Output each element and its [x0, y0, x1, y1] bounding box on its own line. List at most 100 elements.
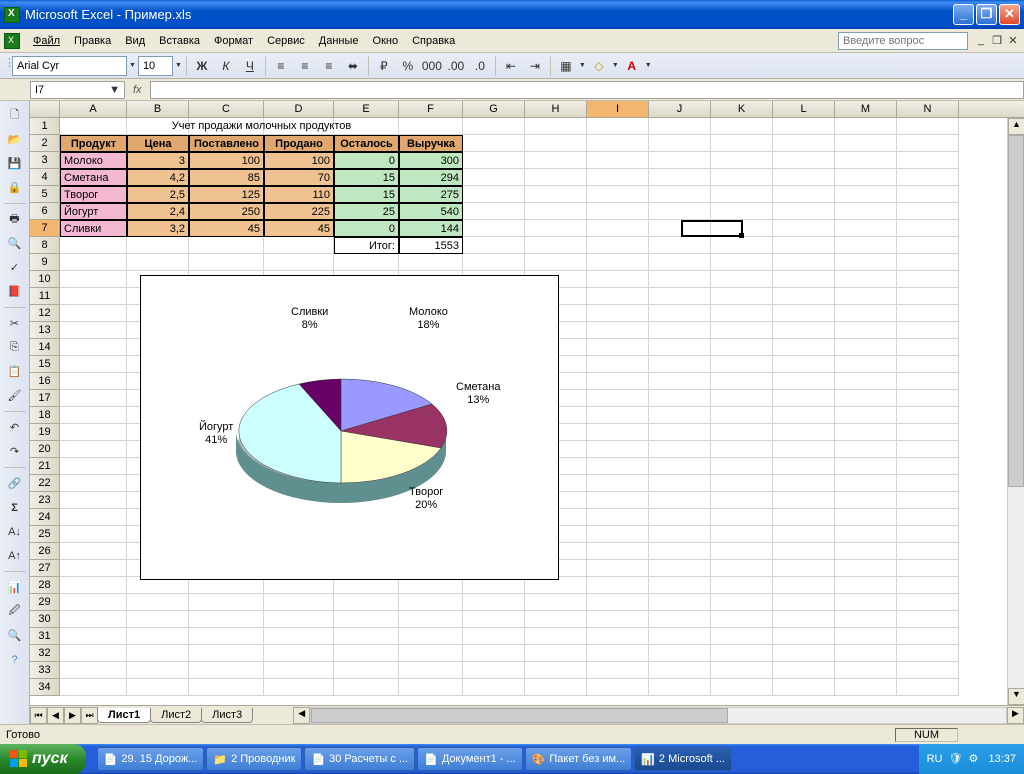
- autosum-button[interactable]: Σ: [4, 497, 26, 518]
- cell[interactable]: [587, 271, 649, 288]
- cell[interactable]: [525, 203, 587, 220]
- horizontal-scrollbar[interactable]: ◀ ▶: [293, 707, 1024, 724]
- cell[interactable]: Творог: [60, 186, 127, 203]
- spreadsheet-grid[interactable]: A B C D E F G H I J K L M N 1Учет продаж…: [30, 101, 1024, 724]
- align-right-button[interactable]: ≡: [318, 55, 340, 77]
- cell[interactable]: [60, 356, 127, 373]
- cell[interactable]: [264, 237, 334, 254]
- print-button[interactable]: 🖶: [4, 209, 26, 230]
- cell[interactable]: [711, 305, 773, 322]
- cell[interactable]: [897, 254, 959, 271]
- cell[interactable]: [587, 458, 649, 475]
- col-header[interactable]: G: [463, 101, 525, 117]
- name-box[interactable]: I7▼: [30, 81, 125, 99]
- cell[interactable]: [897, 152, 959, 169]
- cell[interactable]: [773, 118, 835, 135]
- maximize-button[interactable]: ❐: [976, 4, 997, 25]
- cell[interactable]: Поставлено: [189, 135, 264, 152]
- cell[interactable]: [897, 373, 959, 390]
- sort-desc-button[interactable]: A↑: [4, 545, 26, 566]
- taskbar-item[interactable]: 🎨 Пакет без им...: [525, 747, 633, 771]
- font-color-button[interactable]: A: [621, 55, 643, 77]
- row-header[interactable]: 25: [30, 526, 60, 543]
- cell[interactable]: [711, 152, 773, 169]
- col-header[interactable]: D: [264, 101, 334, 117]
- cell[interactable]: [587, 373, 649, 390]
- cell[interactable]: [711, 356, 773, 373]
- cell[interactable]: [897, 203, 959, 220]
- cell[interactable]: [587, 645, 649, 662]
- row-header[interactable]: 33: [30, 662, 60, 679]
- cell[interactable]: Учет продажи молочных продуктов: [60, 118, 127, 135]
- row-header[interactable]: 11: [30, 288, 60, 305]
- cell[interactable]: [711, 186, 773, 203]
- taskbar-item[interactable]: 📄 30 Расчеты с ...: [304, 747, 415, 771]
- row-header[interactable]: 27: [30, 560, 60, 577]
- cell[interactable]: [711, 458, 773, 475]
- row-header[interactable]: 32: [30, 645, 60, 662]
- cell[interactable]: [525, 645, 587, 662]
- col-header[interactable]: M: [835, 101, 897, 117]
- cell[interactable]: [587, 560, 649, 577]
- cell[interactable]: [60, 628, 127, 645]
- cell[interactable]: [649, 560, 711, 577]
- row-header[interactable]: 12: [30, 305, 60, 322]
- cell[interactable]: [587, 237, 649, 254]
- cell[interactable]: [773, 356, 835, 373]
- col-header[interactable]: C: [189, 101, 264, 117]
- cell[interactable]: [897, 441, 959, 458]
- minimize-button[interactable]: _: [953, 4, 974, 25]
- cell[interactable]: [60, 407, 127, 424]
- cell[interactable]: 3: [127, 152, 189, 169]
- row-header[interactable]: 9: [30, 254, 60, 271]
- cell[interactable]: [189, 628, 264, 645]
- cell[interactable]: [835, 305, 897, 322]
- row-header[interactable]: 5: [30, 186, 60, 203]
- cell[interactable]: [60, 373, 127, 390]
- cell[interactable]: [835, 526, 897, 543]
- row-header[interactable]: 14: [30, 339, 60, 356]
- scroll-down-button[interactable]: ▼: [1008, 688, 1024, 705]
- cell[interactable]: [711, 118, 773, 135]
- cell[interactable]: [897, 492, 959, 509]
- cell[interactable]: [835, 645, 897, 662]
- cell[interactable]: [649, 526, 711, 543]
- cell[interactable]: [773, 611, 835, 628]
- cell[interactable]: [649, 611, 711, 628]
- cell[interactable]: [587, 220, 649, 237]
- cell[interactable]: 15: [334, 186, 399, 203]
- cell[interactable]: [835, 322, 897, 339]
- cell[interactable]: 0: [334, 220, 399, 237]
- cell[interactable]: [649, 322, 711, 339]
- formula-input[interactable]: [150, 81, 1024, 99]
- cell[interactable]: [334, 611, 399, 628]
- row-header[interactable]: 18: [30, 407, 60, 424]
- cell[interactable]: [60, 679, 127, 696]
- cell[interactable]: [773, 169, 835, 186]
- cell[interactable]: [587, 424, 649, 441]
- cell[interactable]: [711, 390, 773, 407]
- cell[interactable]: 3,2: [127, 220, 189, 237]
- cell[interactable]: [897, 458, 959, 475]
- cell[interactable]: [711, 169, 773, 186]
- cell[interactable]: [897, 611, 959, 628]
- row-header[interactable]: 21: [30, 458, 60, 475]
- cell[interactable]: [525, 152, 587, 169]
- menu-data[interactable]: Данные: [312, 32, 366, 50]
- cell[interactable]: [264, 611, 334, 628]
- cell[interactable]: [189, 611, 264, 628]
- col-header[interactable]: E: [334, 101, 399, 117]
- cell[interactable]: [773, 186, 835, 203]
- row-header[interactable]: 15: [30, 356, 60, 373]
- cell[interactable]: [835, 492, 897, 509]
- cell[interactable]: [60, 577, 127, 594]
- cell[interactable]: [773, 271, 835, 288]
- permission-button[interactable]: 🔒: [4, 177, 26, 198]
- cell[interactable]: Выручка: [399, 135, 463, 152]
- zoom-button[interactable]: 🔍: [4, 625, 26, 646]
- cell[interactable]: Сливки: [60, 220, 127, 237]
- cell[interactable]: [525, 662, 587, 679]
- cell[interactable]: [711, 424, 773, 441]
- cell[interactable]: [127, 645, 189, 662]
- increase-indent-button[interactable]: ⇥: [524, 55, 546, 77]
